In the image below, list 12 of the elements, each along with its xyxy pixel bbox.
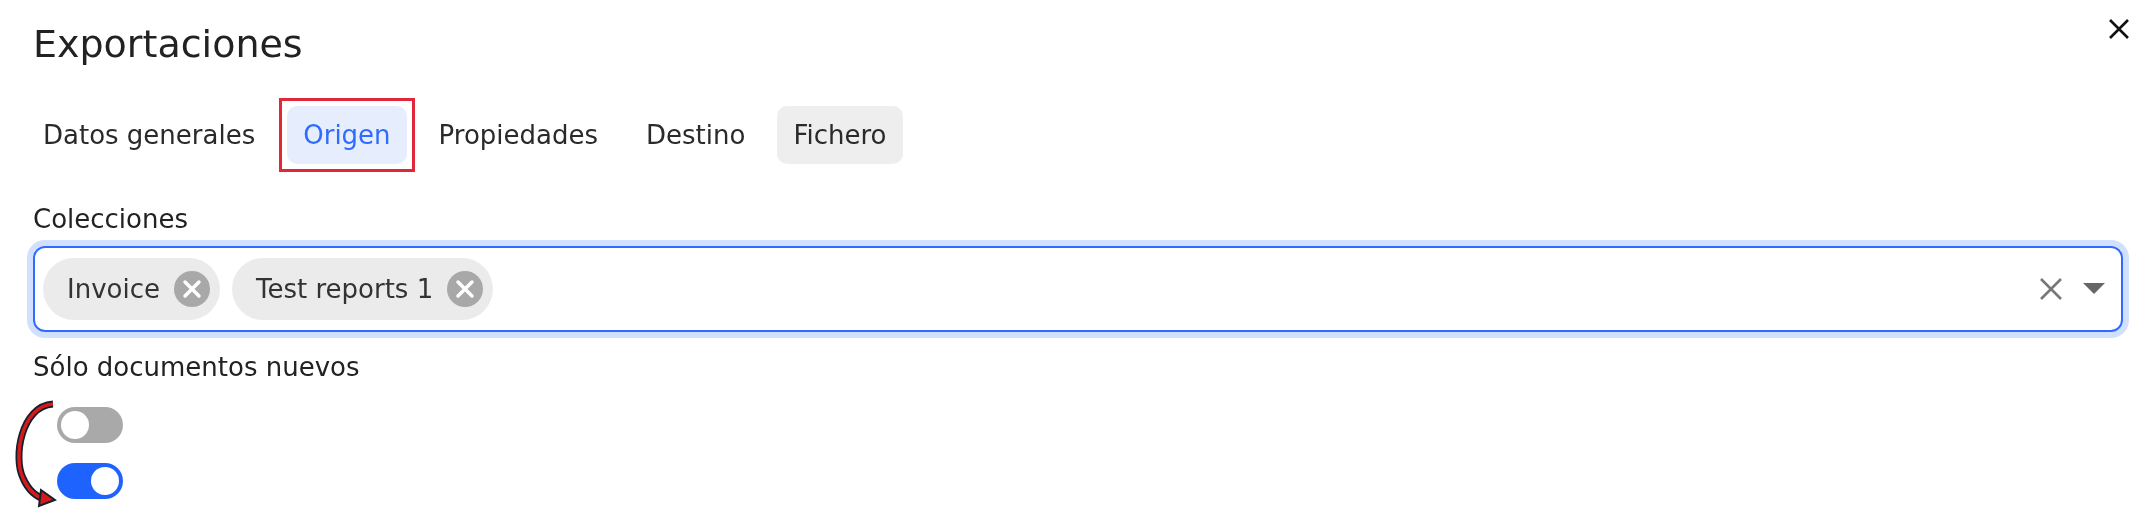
toggle-switch[interactable] bbox=[57, 407, 123, 443]
chip-label: Invoice bbox=[67, 274, 160, 304]
tab[interactable]: Fichero bbox=[777, 106, 903, 164]
field-label: Sólo documentos nuevos bbox=[33, 351, 361, 384]
field-label: Colecciones bbox=[33, 203, 190, 236]
tab[interactable]: Datos generales bbox=[27, 106, 272, 164]
tab[interactable]: Destino bbox=[630, 106, 762, 164]
tab[interactable]: Propiedades bbox=[422, 106, 615, 164]
toggle-switch[interactable] bbox=[57, 463, 123, 499]
tab[interactable]: Origen bbox=[287, 106, 407, 164]
dialog-title: Exportaciones bbox=[33, 21, 303, 68]
chip-label: Test reports 1 bbox=[255, 274, 434, 304]
